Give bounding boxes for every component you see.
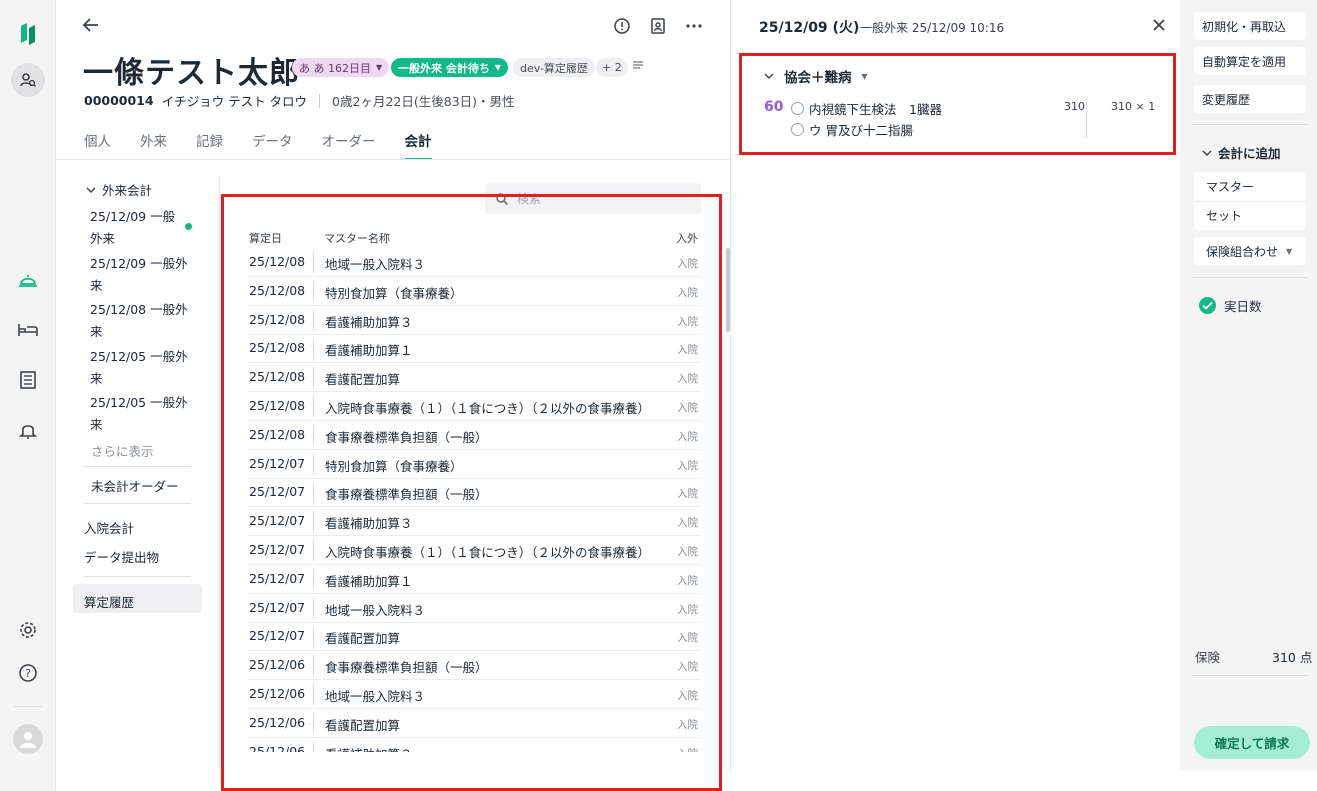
change-history-button[interactable]: 変更履歴 — [1194, 85, 1306, 113]
svg-text:?: ? — [25, 667, 31, 680]
actual-days-checkbox[interactable]: 実日数 — [1199, 296, 1262, 315]
detail-date: 25/12/09 (火) — [759, 20, 860, 36]
divider — [319, 93, 321, 108]
menu-lines-icon[interactable] — [632, 58, 648, 76]
settings-icon[interactable] — [0, 610, 56, 650]
alert-icon[interactable] — [610, 14, 634, 38]
divider — [1192, 675, 1307, 676]
rail-divider — [14, 706, 42, 707]
outpatient-icon[interactable] — [0, 260, 56, 300]
left-rail: ? — [0, 0, 56, 791]
unbilled-orders-link[interactable]: 未会計オーダー — [91, 476, 179, 495]
tab-billing[interactable]: 会計 — [404, 130, 432, 160]
tab-data[interactable]: データ — [252, 130, 293, 160]
divider — [1192, 277, 1307, 278]
help-icon[interactable]: ? — [0, 653, 56, 693]
patient-search-icon[interactable] — [0, 60, 56, 100]
add-to-billing-toggle[interactable]: 会計に追加 — [1202, 143, 1281, 162]
caret-down-icon: ▼ — [1286, 246, 1293, 256]
more-chips-badge[interactable]: + 2 — [596, 58, 628, 77]
divider — [84, 466, 191, 467]
bell-icon[interactable] — [0, 410, 56, 450]
inpatient-billing-link[interactable]: 入院会計 — [84, 518, 134, 537]
close-icon[interactable] — [1148, 14, 1170, 36]
back-arrow-icon[interactable] — [80, 14, 102, 36]
tab-outpatient[interactable]: 外来 — [140, 130, 167, 160]
tab-records[interactable]: 記録 — [196, 130, 223, 160]
env-chip[interactable]: dev-算定履歴 — [513, 58, 595, 77]
insurance-combination-select[interactable]: 保険組合わせ ▼ — [1194, 237, 1306, 265]
bed-icon[interactable] — [0, 310, 56, 350]
confirm-and-bill-button[interactable]: 確定して請求 — [1194, 726, 1310, 759]
visit-item[interactable]: 25/12/05 一般外来 — [90, 346, 194, 390]
patient-age-sex: 0歳2ヶ月22日(生後83日)・男性 — [332, 94, 515, 109]
divider — [84, 576, 191, 577]
tab-orders[interactable]: オーダー — [322, 130, 376, 160]
id-card-icon[interactable] — [646, 14, 670, 38]
master-option[interactable]: マスター — [1206, 178, 1254, 195]
status-chip[interactable]: 一般外来 会計待ち ▼ — [391, 58, 508, 77]
active-dot — [185, 223, 192, 230]
list-icon[interactable] — [0, 360, 56, 400]
patient-id: 00000014 — [84, 93, 154, 108]
patient-kana: イチジョウ テスト タロウ — [161, 94, 308, 109]
patient-tabs: 個人 外来 記録 データ オーダー 会計 — [84, 130, 461, 160]
tab-personal[interactable]: 個人 — [84, 130, 111, 160]
calculation-history-link[interactable]: 算定履歴 — [84, 592, 134, 611]
patient-sub-info: 00000014 イチジョウ テスト タロウ 0歳2ヶ月22日(生後83日)・男… — [84, 91, 515, 110]
detail-visit: 一般外来 25/12/09 10:16 — [860, 21, 1005, 35]
visit-item[interactable]: 25/12/09 一般外来 — [90, 253, 194, 297]
data-submissions-link[interactable]: データ提出物 — [84, 547, 159, 566]
highlight-box-list — [221, 194, 722, 791]
apply-auto-calc-button[interactable]: 自動算定を適用 — [1194, 47, 1306, 75]
highlight-box-detail — [739, 53, 1176, 155]
name-chip[interactable]: あ あ 162日目 ▼ — [292, 58, 390, 77]
divider — [1194, 201, 1306, 202]
visit-item[interactable]: 25/12/09 一般外来 — [90, 206, 194, 250]
insurance-label: 保険 — [1195, 650, 1221, 665]
chevron-down-icon — [1202, 150, 1212, 156]
outpatient-billing-toggle[interactable]: 外来会計 — [86, 180, 152, 199]
visit-item[interactable]: 25/12/08 一般外来 — [90, 299, 194, 343]
tabs-border — [56, 159, 730, 160]
divider — [1192, 124, 1307, 125]
logo-icon[interactable] — [0, 14, 56, 54]
more-horizontal-icon[interactable] — [682, 14, 706, 38]
chevron-down-icon — [86, 187, 96, 193]
visit-item[interactable]: 25/12/05 一般外来 — [90, 392, 194, 436]
reset-reimport-button[interactable]: 初期化・再取込 — [1194, 12, 1306, 40]
check-icon — [1199, 297, 1216, 314]
patient-name: 一條テスト太郎 — [83, 56, 300, 91]
set-option[interactable]: セット — [1206, 207, 1242, 224]
avatar[interactable] — [0, 719, 56, 759]
divider — [84, 503, 191, 504]
insurance-points: 310 点 — [1272, 650, 1313, 665]
show-more-link[interactable]: さらに表示 — [91, 441, 154, 460]
